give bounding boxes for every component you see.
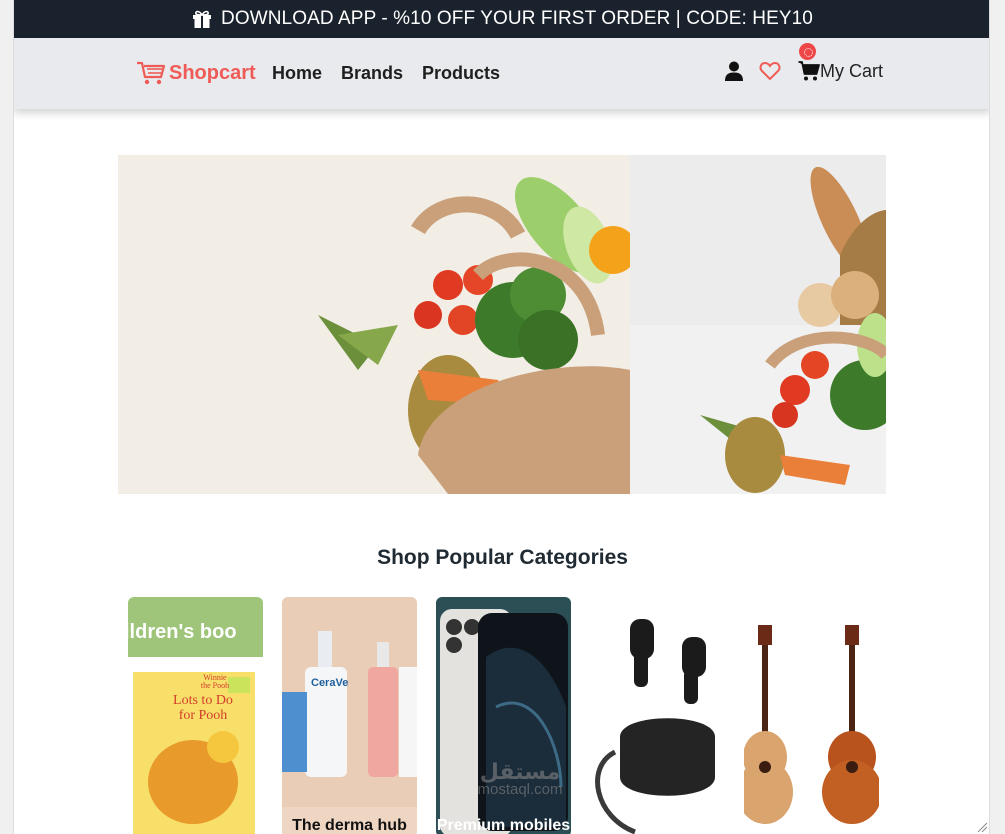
nav-link-products[interactable]: Products	[422, 63, 500, 84]
grocery-bag-image	[118, 155, 630, 494]
nav-link-brands[interactable]: Brands	[341, 63, 403, 84]
user-icon	[725, 61, 743, 81]
nav-links: Home Brands Products	[272, 63, 500, 84]
nav-link-home[interactable]: Home	[272, 63, 322, 84]
cart-button[interactable]: My Cart	[798, 43, 883, 82]
promo-bar[interactable]: DOWNLOAD APP - %10 OFF YOUR FIRST ORDER …	[14, 0, 989, 38]
cart-label: My Cart	[820, 60, 883, 81]
hero-slide-bakery[interactable]	[630, 155, 886, 494]
resize-grip-icon[interactable]	[976, 821, 988, 833]
brand-logo[interactable]: Shopcart	[136, 60, 256, 86]
nav-actions: My Cart	[723, 43, 883, 82]
hero-slide-groceries[interactable]	[118, 155, 630, 494]
watermark-latin: mostaql.com	[477, 781, 563, 798]
heart-icon	[759, 61, 781, 81]
gift-icon	[193, 10, 211, 28]
category-card-books[interactable]: ildren's boo Winnie the Pooh Lots to Do …	[128, 597, 263, 834]
book-title-line-2: for Pooh	[178, 708, 228, 723]
wishlist-button[interactable]	[745, 60, 781, 82]
books-banner-text: ildren's boo	[128, 621, 237, 643]
account-button[interactable]	[723, 60, 745, 82]
section-title-categories: Shop Popular Categories	[377, 546, 628, 569]
shopping-cart-logo-icon	[137, 61, 166, 85]
page-frame: DOWNLOAD APP - %10 OFF YOUR FIRST ORDER …	[13, 0, 990, 834]
bakery-basket-image	[630, 155, 886, 494]
skincare-products-image	[282, 597, 417, 834]
book-title-line-1: Lots to Do	[173, 693, 233, 708]
category-card-mobiles[interactable]: Premium mobiles	[436, 597, 571, 834]
category-label-derma: The derma hub	[292, 817, 407, 834]
category-list: ildren's boo Winnie the Pooh Lots to Do …	[128, 597, 879, 834]
watermark: مستقل mostaql.com	[450, 760, 590, 798]
category-card-earbuds[interactable]	[590, 597, 725, 834]
smartphone-image	[436, 597, 571, 834]
cerave-brand-text: CeraVe	[311, 677, 349, 689]
category-card-derma[interactable]: CeraVe The derma hub	[282, 597, 417, 834]
promo-text: DOWNLOAD APP - %10 OFF YOUR FIRST ORDER …	[221, 8, 813, 29]
navbar: Shopcart Home Brands Products My Cart	[14, 38, 989, 109]
hero-carousel[interactable]	[118, 155, 886, 495]
brand-name: Shopcart	[169, 61, 256, 84]
earbuds-image	[590, 597, 725, 834]
cart-icon	[798, 61, 820, 81]
cart-count-badge	[799, 43, 816, 60]
category-card-guitars[interactable]	[744, 597, 879, 834]
guitars-image	[744, 597, 879, 834]
book-series-name: Winnie the Pooh	[200, 673, 230, 690]
category-label-mobiles: Premium mobiles	[436, 817, 571, 834]
